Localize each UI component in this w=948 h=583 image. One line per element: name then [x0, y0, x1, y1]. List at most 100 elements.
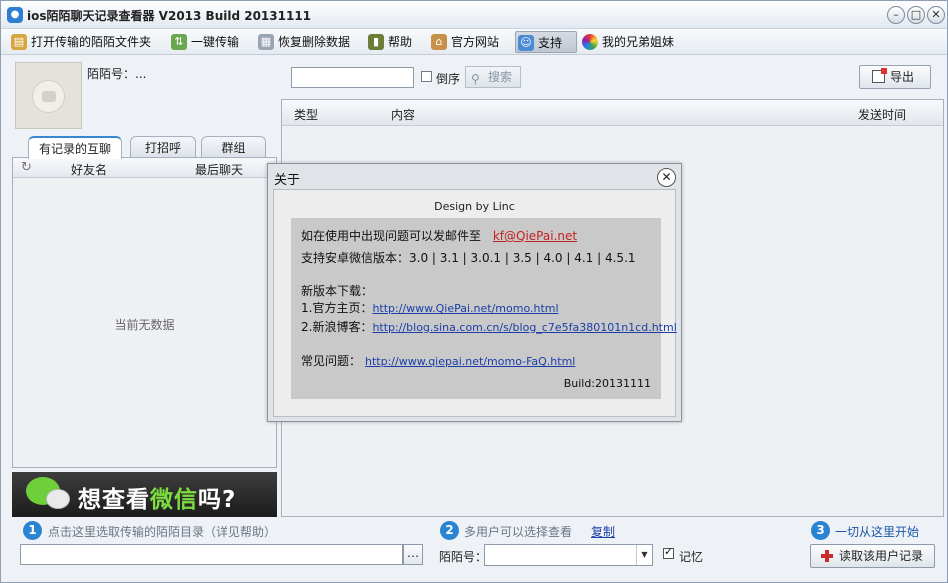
message-table-header: 类型 内容 发送时间	[282, 100, 943, 126]
about-info-panel: 如在使用中出现问题可以发邮件至 kf@QiePai.net 支持安卓微信版本：3…	[291, 218, 677, 399]
search-icon: ⚲	[471, 72, 480, 86]
friend-tabs: 有记录的互聊 打招呼 群组	[12, 136, 277, 159]
restore-deleted-button[interactable]: ▦ 恢复删除数据	[256, 31, 350, 53]
read-records-icon	[821, 550, 833, 562]
restore-label: 恢复删除数据	[278, 35, 351, 49]
reverse-order-label: 倒序	[436, 72, 461, 86]
close-window-button[interactable]: ✕	[927, 6, 945, 24]
contact-text: 如在使用中出现问题可以发邮件至	[301, 229, 482, 243]
column-friend-name[interactable]: 好友名	[71, 161, 107, 178]
official-page-label: 1.官方主页：	[301, 301, 373, 315]
transfer-icon: ⇅	[171, 34, 187, 50]
banner-text-suffix: 吗?	[198, 487, 237, 513]
browse-button[interactable]: …	[403, 544, 423, 565]
restore-icon: ▦	[258, 34, 274, 50]
home-icon: ⌂	[431, 34, 447, 50]
export-button-label: 导出	[890, 70, 915, 84]
search-input[interactable]	[291, 67, 414, 88]
window-title: ios陌陌聊天记录查看器 V2013 Build 20131111	[27, 9, 312, 23]
one-click-transfer-button[interactable]: ⇅ 一键传输	[169, 31, 239, 53]
step3-badge: 3	[811, 521, 830, 540]
banner-text: 想查看微信吗?	[78, 480, 236, 514]
sina-blog-line: 2.新浪博客：http://blog.sina.com.cn/s/blog_c7…	[301, 318, 677, 335]
chevron-down-icon[interactable]: ▼	[636, 545, 652, 565]
search-button-label: 搜索	[488, 70, 513, 84]
export-icon	[872, 68, 887, 83]
faq-line: 常见问题： http://www.qiepai.net/momo-FaQ.html	[301, 352, 575, 369]
left-panel: 陌陌号：... 有记录的互聊 打招呼 群组 ↻ 好友名 最后聊天 当前无数据	[12, 61, 277, 468]
official-page-link[interactable]: http://www.QiePai.net/momo.html	[372, 302, 558, 315]
tab-greetings[interactable]: 打招呼	[130, 136, 196, 158]
empty-state-text: 当前无数据	[114, 318, 175, 332]
column-content[interactable]: 内容	[391, 106, 415, 123]
momo-id-label: 陌陌号：...	[87, 67, 147, 81]
build-text: Build:20131111	[563, 377, 651, 390]
column-last-chat[interactable]: 最后聊天	[195, 161, 243, 178]
column-type[interactable]: 类型	[294, 106, 318, 123]
about-dialog-title: 关于	[274, 173, 301, 188]
tab-groups[interactable]: 群组	[201, 136, 266, 158]
step1-text[interactable]: 点击这里选取传输的陌陌目录（详见帮助）	[48, 523, 276, 540]
step2-text: 多用户可以选择查看	[464, 525, 573, 539]
siblings-label: 我的兄弟姐妹	[602, 35, 675, 49]
about-dialog: 关于 ✕ Design by Linc 如在使用中出现问题可以发邮件至 kf@Q…	[267, 163, 682, 422]
checkmark-icon: ✓	[664, 545, 674, 558]
copy-link[interactable]: 复制	[591, 523, 615, 540]
app-window: ● ios陌陌聊天记录查看器 V2013 Build 20131111 – □ …	[0, 0, 948, 583]
support-label: 支持	[538, 36, 563, 50]
official-site-label: 官方网站	[451, 35, 500, 49]
step1-badge: 1	[23, 521, 42, 540]
sina-blog-label: 2.新浪博客：	[301, 320, 373, 334]
open-folder-button[interactable]: ▤ 打开传输的陌陌文件夹	[9, 31, 151, 53]
help-label: 帮助	[388, 35, 413, 49]
search-bar: 倒序 ⚲ 搜索 导出	[281, 61, 944, 97]
search-button[interactable]: ⚲ 搜索	[465, 66, 521, 88]
folder-path-input[interactable]	[20, 544, 403, 565]
column-send-time[interactable]: 发送时间	[858, 106, 906, 123]
about-dialog-body: Design by Linc 如在使用中出现问题可以发邮件至 kf@QiePai…	[273, 189, 677, 417]
faq-link[interactable]: http://www.qiepai.net/momo-FaQ.html	[365, 355, 575, 368]
banner-text-highlight: 微信	[150, 487, 198, 513]
sina-blog-link[interactable]: http://blog.sina.com.cn/s/blog_c7e5fa380…	[372, 321, 676, 334]
app-icon: ●	[7, 7, 23, 23]
help-button[interactable]: ▮ 帮助	[366, 31, 412, 53]
siblings-button[interactable]: 我的兄弟姐妹	[580, 31, 674, 53]
remember-label: 记忆	[679, 550, 704, 564]
default-avatar-icon	[32, 80, 65, 113]
design-by-text: Design by Linc	[434, 200, 515, 213]
read-user-records-label: 读取该用户记录	[839, 549, 924, 563]
avatar	[15, 62, 82, 129]
toolbar: ▤ 打开传输的陌陌文件夹 ⇅ 一键传输 ▦ 恢复删除数据 ▮ 帮助 ⌂ 官方网站…	[1, 29, 947, 55]
momo-number-label: 陌陌号：	[439, 550, 488, 564]
friend-list: ↻ 好友名 最后聊天 当前无数据	[12, 157, 277, 468]
faq-label: 常见问题：	[301, 354, 362, 368]
download-heading: 新版本下载：	[301, 284, 374, 298]
wechat-banner[interactable]: 想查看微信吗?	[12, 472, 277, 517]
versions-line: 支持安卓微信版本：3.0 | 3.1 | 3.0.1 | 3.5 | 4.0 |…	[301, 251, 636, 265]
remember-checkbox[interactable]: ✓	[663, 545, 674, 559]
refresh-icon[interactable]: ↻	[21, 160, 32, 175]
step2-badge: 2	[440, 521, 459, 540]
minimize-button[interactable]: –	[887, 6, 905, 24]
read-user-records-button[interactable]: 读取该用户记录	[810, 544, 935, 568]
support-button[interactable]: ☺ 支持	[515, 31, 577, 53]
momo-number-select[interactable]: ▼	[484, 544, 653, 566]
banner-text-prefix: 想查看	[78, 487, 150, 513]
open-folder-label: 打开传输的陌陌文件夹	[31, 35, 152, 49]
contact-line: 如在使用中出现问题可以发邮件至 kf@QiePai.net	[301, 227, 577, 244]
transfer-label: 一键传输	[191, 35, 240, 49]
step3-text: 一切从这里开始	[835, 525, 920, 539]
bottom-bar: 1 点击这里选取传输的陌陌目录（详见帮助） … 2 多用户可以选择查看 复制 陌…	[1, 519, 947, 582]
export-button[interactable]: 导出	[859, 65, 931, 89]
wechat-bubble-icon	[46, 489, 70, 509]
official-site-button[interactable]: ⌂ 官方网站	[429, 31, 499, 53]
reverse-order-checkbox[interactable]	[421, 71, 432, 82]
tab-recorded-chats[interactable]: 有记录的互聊	[28, 136, 122, 159]
support-icon: ☺	[518, 35, 534, 51]
folder-open-icon: ▤	[11, 34, 27, 50]
official-page-line: 1.官方主页：http://www.QiePai.net/momo.html	[301, 299, 559, 316]
dialog-close-button[interactable]: ✕	[657, 168, 676, 187]
help-book-icon: ▮	[368, 34, 384, 50]
email-link[interactable]: kf@QiePai.net	[493, 229, 577, 243]
maximize-button[interactable]: □	[907, 6, 925, 24]
